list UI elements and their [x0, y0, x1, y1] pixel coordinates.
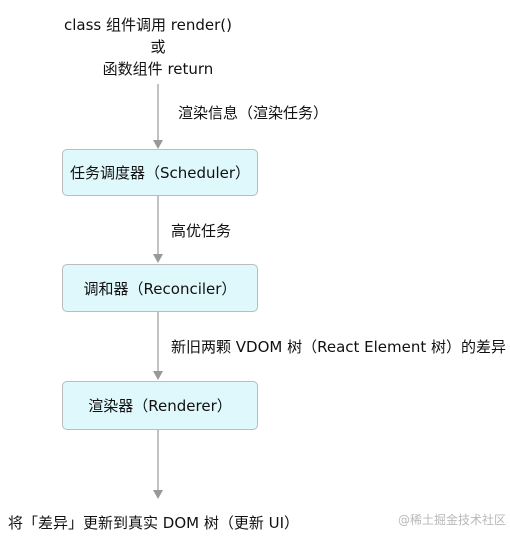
renderer-label: 渲染器（Renderer）: [88, 397, 232, 415]
reconciler-label: 调和器（Reconciler）: [83, 279, 237, 298]
scheduler-box: 任务调度器（Scheduler）: [62, 149, 258, 196]
edge-label-render-info: 渲染信息（渲染任务）: [178, 104, 329, 122]
arrowhead: [153, 254, 163, 263]
renderer-box: 渲染器（Renderer）: [62, 381, 258, 430]
reconciler-box: 调和器（Reconciler）: [62, 264, 258, 312]
edge-label-high-priority-task: 高优任务: [171, 222, 232, 240]
arrowhead: [153, 140, 163, 149]
arrowhead: [153, 490, 163, 499]
scheduler-label: 任务调度器（Scheduler）: [69, 164, 251, 182]
edge-label-vdom-diff: 新旧两颗 VDOM 树（React Element 树）的差异: [171, 338, 507, 356]
top-label-line-2: 或: [150, 38, 166, 56]
top-label-line-1: class 组件调用 render(): [64, 16, 232, 34]
top-label-line-3: 函数组件 return: [102, 60, 214, 78]
bottom-label: 将「差异」更新到真实 DOM 树（更新 UI）: [8, 514, 300, 532]
arrowhead: [153, 371, 163, 380]
watermark: @稀土掘金技术社区: [398, 513, 507, 527]
